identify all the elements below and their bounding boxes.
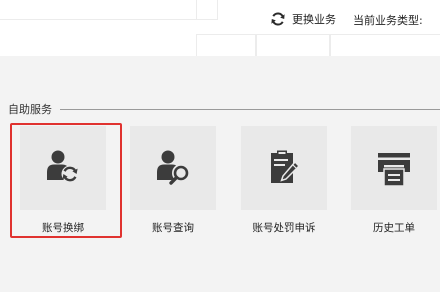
header-decoration xyxy=(330,34,440,56)
header-decoration xyxy=(196,0,197,20)
top-bar: 更换业务 当前业务类型: xyxy=(0,0,440,56)
service-tile-penalty-appeal[interactable] xyxy=(241,126,327,210)
section-divider xyxy=(60,108,440,110)
service-tile-account-query[interactable] xyxy=(130,126,216,210)
service-label-penalty-appeal[interactable]: 账号处罚申诉 xyxy=(241,220,327,235)
refresh-icon xyxy=(271,12,285,26)
switch-business-label: 更换业务 xyxy=(292,13,336,26)
current-business-type-label: 当前业务类型: xyxy=(353,14,423,27)
user-search-icon xyxy=(157,150,190,185)
user-sync-icon xyxy=(47,150,79,183)
service-label-history-tickets[interactable]: 历史工单 xyxy=(351,220,437,235)
header-decoration xyxy=(0,0,218,20)
section-header: 自助服务 xyxy=(8,102,440,116)
section-title: 自助服务 xyxy=(8,103,52,116)
service-tile-account-rebind[interactable] xyxy=(20,126,106,210)
clipboard-pen-icon xyxy=(271,150,301,183)
service-tile-history-tickets[interactable] xyxy=(351,126,437,210)
header-decoration xyxy=(256,34,330,56)
printer-tray-icon xyxy=(378,153,410,187)
service-label-account-rebind[interactable]: 账号换绑 xyxy=(20,220,106,235)
header-decoration xyxy=(196,34,256,56)
service-label-account-query[interactable]: 账号查询 xyxy=(130,220,216,235)
self-service-panel: 自助服务 账号换绑 账号查询 账号处罚申诉 历史工单 xyxy=(0,56,440,292)
switch-business-button[interactable]: 更换业务 xyxy=(270,10,336,28)
